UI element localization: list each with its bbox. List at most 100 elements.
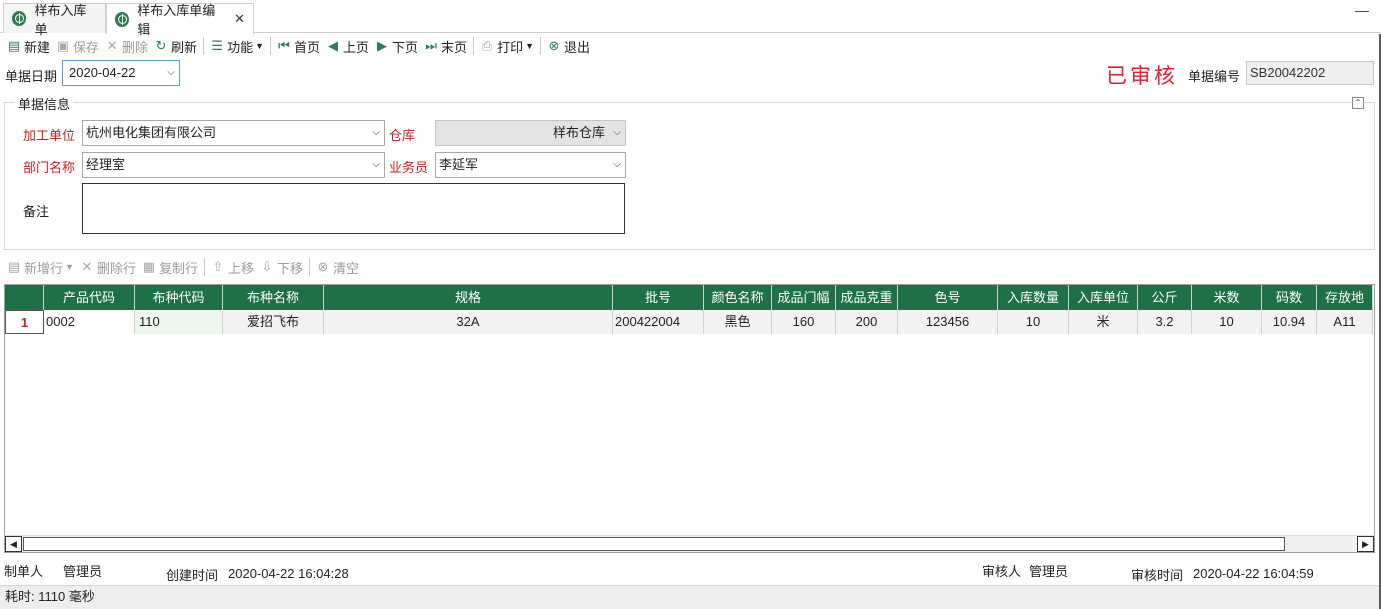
delete-icon: ✕ bbox=[106, 38, 118, 53]
toolbar-separator bbox=[473, 37, 475, 55]
cell-meters[interactable]: 10 bbox=[1192, 310, 1262, 334]
header-cell[interactable]: 码数 bbox=[1262, 285, 1317, 310]
close-icon[interactable]: ✕ bbox=[234, 11, 245, 27]
first-page-icon: ⏮ bbox=[278, 38, 290, 53]
created-value: 2020-04-22 16:04:28 bbox=[228, 566, 349, 581]
cell-color-no[interactable]: 123456 bbox=[898, 310, 998, 334]
warehouse-value: 样布仓库 bbox=[552, 125, 605, 140]
remark-label: 备注 bbox=[23, 204, 50, 219]
header-cell[interactable]: 颜色名称 bbox=[704, 285, 772, 310]
save-icon: ▣ bbox=[56, 38, 70, 53]
audit-time-label: 审核时间 bbox=[1131, 568, 1184, 583]
toolbar-separator bbox=[540, 37, 541, 55]
scroll-left-icon[interactable]: ◀ bbox=[5, 536, 22, 552]
delete-button[interactable]: ✕ 删除 bbox=[102, 35, 151, 57]
save-button[interactable]: ▣ 保存 bbox=[53, 35, 102, 57]
move-up-button[interactable]: ⇧ 上移 bbox=[208, 256, 257, 278]
chevron-down-icon: ⌵ bbox=[613, 159, 621, 170]
globe-icon bbox=[115, 11, 130, 27]
first-page-button[interactable]: ⏮ 首页 bbox=[274, 35, 323, 57]
date-label: 单据日期 bbox=[5, 69, 58, 84]
cell-batch-no[interactable]: 200422004 bbox=[613, 310, 704, 334]
tab-label: 样布入库单编辑 bbox=[137, 3, 216, 37]
header-cell[interactable]: 规格 bbox=[324, 285, 613, 310]
header-cell[interactable]: 存放地 bbox=[1317, 285, 1373, 310]
main-toolbar: ▤ 新建 ▣ 保存 ✕ 删除 ↻ 刷新 ☰ 功能 ▼ ⏮ 首页 ◀ 上页 ▶ 下… bbox=[0, 34, 1381, 58]
table-row[interactable]: 1 0002 110 爱招飞布 32A 200422004 黑色 160 200… bbox=[5, 310, 1373, 334]
minimize-icon[interactable]: — bbox=[1355, 2, 1369, 18]
exit-button[interactable]: ⊗ 退出 bbox=[544, 35, 593, 57]
doc-info-group: 单据信息 ⌃ 加工单位 杭州电化集团有限公司 ⌵ 仓库 样布仓库 ⌵ 部门名称 … bbox=[4, 94, 1375, 250]
group-title: 单据信息 bbox=[15, 94, 74, 113]
cell-weight[interactable]: 200 bbox=[836, 310, 898, 334]
elapsed-time: 耗时: 1110 毫秒 bbox=[5, 589, 95, 604]
header-cell[interactable]: 米数 bbox=[1192, 285, 1262, 310]
chevron-down-icon: ⌵ bbox=[372, 127, 380, 138]
scroll-right-icon[interactable]: ▶ bbox=[1357, 536, 1374, 552]
auditor-value: 管理员 bbox=[1029, 564, 1069, 579]
created-label: 创建时间 bbox=[166, 568, 219, 583]
chevron-down-icon: ⌵ bbox=[167, 67, 175, 78]
move-down-button[interactable]: ⇩ 下移 bbox=[257, 256, 306, 278]
printer-icon: ⎙ bbox=[481, 38, 493, 53]
clear-button[interactable]: ⊗ 清空 bbox=[313, 256, 362, 278]
horizontal-scrollbar[interactable]: ◀ ▶ bbox=[5, 535, 1374, 552]
cell-color-name[interactable]: 黑色 bbox=[704, 310, 772, 334]
tab-inbound-edit[interactable]: 样布入库单编辑 ✕ bbox=[106, 3, 254, 37]
header-cell[interactable]: 成品门幅 bbox=[772, 285, 836, 310]
function-menu-button[interactable]: ☰ 功能 ▼ bbox=[207, 35, 267, 57]
header-cell[interactable]: 布种代码 bbox=[135, 285, 223, 310]
tab-inbound-list[interactable]: 样布入库单 bbox=[3, 3, 106, 37]
header-cell[interactable]: 成品克重 bbox=[836, 285, 898, 310]
warehouse-select[interactable]: 样布仓库 ⌵ bbox=[435, 120, 626, 146]
last-page-button[interactable]: ⏭ 末页 bbox=[421, 35, 470, 57]
delete-row-button[interactable]: ✕ 删除行 bbox=[77, 256, 139, 278]
salesman-select[interactable]: 李延军 ⌵ bbox=[435, 152, 626, 178]
header-cell[interactable]: 入库单位 bbox=[1069, 285, 1138, 310]
prev-page-button[interactable]: ◀ 上页 bbox=[323, 35, 372, 57]
creator-value: 管理员 bbox=[63, 564, 103, 579]
toolbar-separator bbox=[203, 37, 205, 55]
exit-icon: ⊗ bbox=[548, 38, 560, 53]
cell-product-code[interactable]: 0002 bbox=[44, 310, 135, 334]
header-cell[interactable]: 产品代码 bbox=[44, 285, 135, 310]
prev-page-icon: ◀ bbox=[328, 38, 339, 53]
doc-no-field[interactable]: SB20042202 bbox=[1246, 61, 1374, 85]
cell-unit[interactable]: 米 bbox=[1069, 310, 1138, 334]
audit-time-value: 2020-04-22 16:04:59 bbox=[1193, 566, 1314, 581]
date-picker[interactable]: 2020-04-22 ⌵ bbox=[62, 60, 180, 86]
cell-qty[interactable]: 10 bbox=[998, 310, 1069, 334]
remark-textarea[interactable] bbox=[82, 183, 625, 234]
header-cell[interactable]: 入库数量 bbox=[998, 285, 1069, 310]
processor-select[interactable]: 杭州电化集团有限公司 ⌵ bbox=[82, 120, 385, 146]
cell-width[interactable]: 160 bbox=[772, 310, 836, 334]
next-page-button[interactable]: ▶ 下页 bbox=[372, 35, 421, 57]
cell-kg[interactable]: 3.2 bbox=[1138, 310, 1192, 334]
doc-no-label: 单据编号 bbox=[1188, 69, 1241, 84]
copy-row-button[interactable]: ▦ 复制行 bbox=[139, 256, 201, 278]
header-cell[interactable]: 布种名称 bbox=[223, 285, 324, 310]
last-page-icon: ⏭ bbox=[425, 38, 437, 53]
refresh-button[interactable]: ↻ 刷新 bbox=[151, 35, 200, 57]
salesman-value: 李延军 bbox=[439, 157, 479, 172]
cell-fabric-code[interactable]: 110 bbox=[135, 310, 223, 334]
cell-location[interactable]: A11 bbox=[1317, 310, 1373, 334]
cell-yards[interactable]: 10.94 bbox=[1262, 310, 1317, 334]
caret-down-icon: ▼ bbox=[525, 41, 534, 51]
tab-bar: 样布入库单 样布入库单编辑 ✕ — bbox=[0, 0, 1381, 37]
new-button[interactable]: ▤ 新建 bbox=[4, 35, 53, 57]
cell-fabric-name[interactable]: 爱招飞布 bbox=[223, 310, 324, 334]
clear-icon: ⊗ bbox=[317, 259, 329, 274]
salesman-label: 业务员 bbox=[389, 160, 429, 175]
caret-down-icon: ▼ bbox=[255, 41, 264, 51]
header-cell[interactable]: 批号 bbox=[613, 285, 704, 310]
header-cell[interactable]: 色号 bbox=[898, 285, 998, 310]
header-cell[interactable]: 公斤 bbox=[1138, 285, 1192, 310]
scrollbar-thumb[interactable] bbox=[23, 537, 1285, 551]
print-button[interactable]: ⎙ 打印 ▼ bbox=[477, 35, 537, 57]
collapse-icon[interactable]: ⌃ bbox=[1352, 97, 1364, 109]
cell-spec[interactable]: 32A bbox=[324, 310, 613, 334]
dept-select[interactable]: 经理室 ⌵ bbox=[82, 152, 385, 178]
add-row-button[interactable]: ▤ 新增行 ▼ bbox=[4, 256, 77, 278]
row-number: 1 bbox=[5, 310, 44, 334]
